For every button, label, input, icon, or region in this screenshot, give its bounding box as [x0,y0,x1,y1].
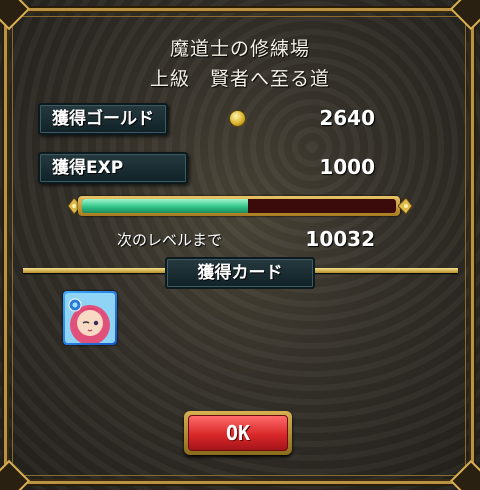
coin-icon [229,110,246,127]
stage-title: 上級 賢者へ至る道 [149,68,330,90]
ok-button-label: OK [188,415,288,451]
card-section-label: 獲得カード [165,257,315,289]
dungeon-title: 魔道士の修練場 [169,38,310,60]
mage-girl-card-icon [65,293,115,343]
next-level-value: 10032 [305,227,375,251]
bar-track [82,199,396,213]
exp-label: 獲得EXP [38,152,188,184]
result-screen: 魔道士の修練場 上級 賢者へ至る道 獲得ゴールド 2640 獲得EXP 1000… [0,0,480,490]
ok-button[interactable]: OK [184,411,292,455]
gold-label: 獲得ゴールド [38,103,168,135]
reward-card[interactable] [63,291,117,345]
exp-progress-bar [66,194,414,220]
exp-fill [82,199,249,213]
next-level-label: 次のレベルまで [117,231,223,249]
bar-right-ornament [398,197,413,215]
bar-frame [78,196,400,216]
exp-value: 1000 [319,155,375,179]
gold-value: 2640 [319,106,375,130]
